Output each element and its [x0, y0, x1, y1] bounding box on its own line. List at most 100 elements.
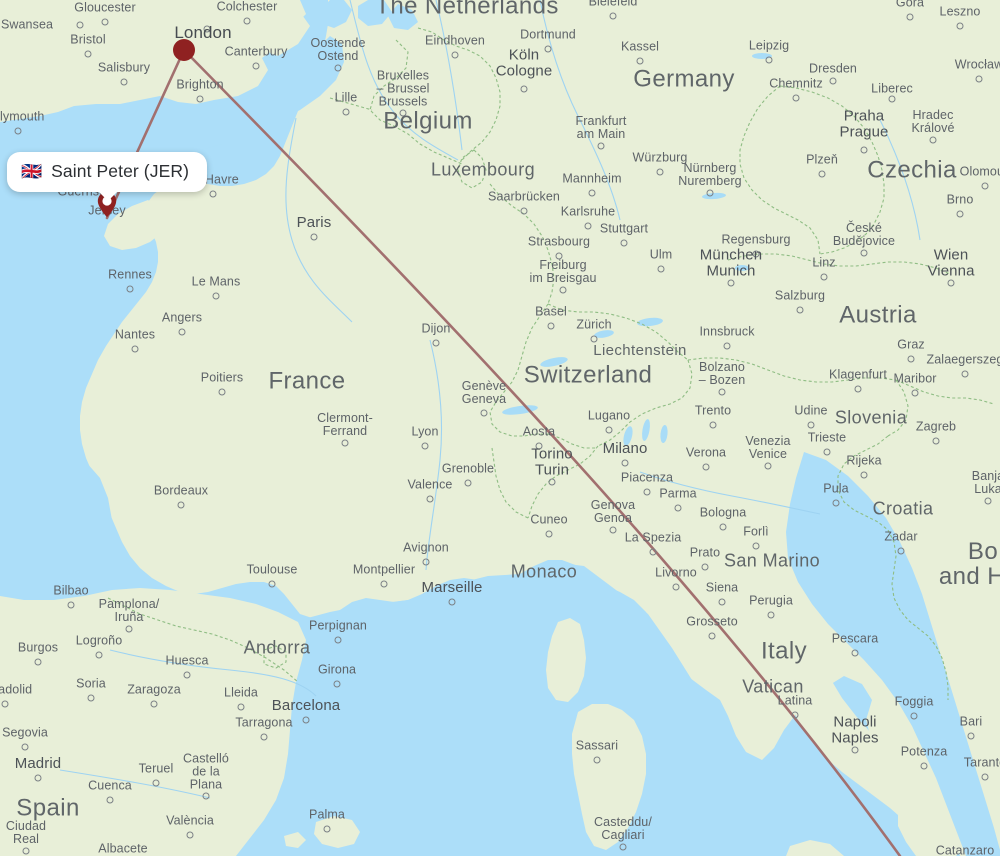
city-dot — [620, 239, 628, 247]
city-dot — [432, 339, 440, 347]
city-dot — [975, 75, 983, 83]
city-dot — [84, 50, 92, 58]
city-dot — [380, 580, 388, 588]
city-dot — [34, 658, 42, 666]
tooltip-label: Saint Peter (JER) — [51, 161, 190, 181]
city-dot — [910, 712, 918, 720]
city-dot — [584, 222, 592, 230]
city-dot — [268, 580, 276, 588]
city-dot — [851, 746, 859, 754]
city-dot — [851, 649, 859, 657]
city-dot — [605, 426, 613, 434]
city-dot — [888, 95, 896, 103]
city-dot — [796, 306, 804, 314]
city-dot — [967, 732, 975, 740]
city-dot — [323, 825, 331, 833]
city-dot — [126, 285, 134, 293]
city-dot — [399, 109, 407, 117]
city-dot — [101, 18, 109, 26]
city-dot — [860, 146, 868, 154]
city-dot — [212, 292, 220, 300]
city-dot — [186, 831, 194, 839]
city-dot — [657, 265, 665, 273]
city-dot — [1, 700, 9, 708]
city-dot — [209, 190, 217, 198]
city-dot — [897, 547, 905, 555]
city-dot — [708, 632, 716, 640]
city-dot — [706, 189, 714, 197]
city-dot — [545, 530, 553, 538]
city-dot — [426, 495, 434, 503]
city-dot — [701, 563, 709, 571]
city-dot — [906, 13, 914, 21]
city-dot — [34, 774, 42, 782]
city-dot — [547, 322, 555, 330]
city-dot — [590, 335, 598, 343]
city-dot — [310, 233, 318, 241]
city-dot — [260, 733, 268, 741]
city-dot — [535, 442, 543, 450]
city-dot — [791, 711, 799, 719]
city-dot — [341, 439, 349, 447]
city-dot — [21, 743, 29, 751]
city-dot — [702, 463, 710, 471]
city-dot — [422, 558, 430, 566]
city-dot — [333, 680, 341, 688]
city-dot — [672, 583, 680, 591]
city-dot — [342, 108, 350, 116]
city-dot — [548, 478, 556, 486]
city-dot — [334, 636, 342, 644]
city-dot — [421, 442, 429, 450]
city-dot — [956, 210, 964, 218]
city-dot — [588, 189, 596, 197]
city-dot — [451, 51, 459, 59]
city-dot — [723, 342, 731, 350]
city-dot — [807, 421, 815, 429]
city-dot — [818, 170, 826, 178]
city-dot — [609, 526, 617, 534]
city-dot — [823, 448, 831, 456]
city-dot — [196, 95, 204, 103]
city-dot — [95, 651, 103, 659]
city-dot — [911, 389, 919, 397]
city-dot — [718, 598, 726, 606]
city-dot — [593, 756, 601, 764]
city-dot — [183, 671, 191, 679]
city-dot — [656, 168, 664, 176]
city-dot — [619, 843, 627, 851]
city-dot — [820, 273, 828, 281]
city-dot — [984, 497, 992, 505]
city-dot — [218, 388, 226, 396]
location-tooltip[interactable]: 🇬🇧 Saint Peter (JER) — [6, 152, 208, 201]
city-dot — [334, 64, 342, 72]
origin-hub-marker[interactable] — [173, 39, 195, 61]
city-dot — [202, 792, 210, 800]
city-dot — [120, 78, 128, 86]
city-dot — [520, 85, 528, 93]
city-dot — [907, 355, 915, 363]
city-dot — [829, 77, 837, 85]
city-dot — [520, 207, 528, 215]
city-dot — [832, 499, 840, 507]
city-dot — [860, 471, 868, 479]
city-dot — [178, 328, 186, 336]
city-dot — [22, 847, 30, 855]
city-dot — [203, 25, 211, 33]
map-base-layer: .ld{fill:#E8EFD8;} .ld2{fill:#E4ECD2;} .… — [0, 0, 1000, 856]
city-dot — [125, 625, 133, 633]
city-dot — [929, 136, 937, 144]
city-dot — [674, 504, 682, 512]
city-dot — [448, 598, 456, 606]
city-dot — [621, 459, 629, 467]
city-dot — [649, 548, 657, 556]
map-canvas[interactable]: .ld{fill:#E8EFD8;} .ld2{fill:#E4ECD2;} .… — [0, 0, 1000, 856]
city-dot — [961, 370, 969, 378]
city-dot — [150, 700, 158, 708]
city-dot — [719, 523, 727, 531]
city-dot — [643, 488, 651, 496]
city-dot — [767, 611, 775, 619]
city-dot — [932, 437, 940, 445]
city-dot — [544, 45, 552, 53]
city-dot — [981, 773, 989, 781]
city-dot — [76, 21, 84, 29]
